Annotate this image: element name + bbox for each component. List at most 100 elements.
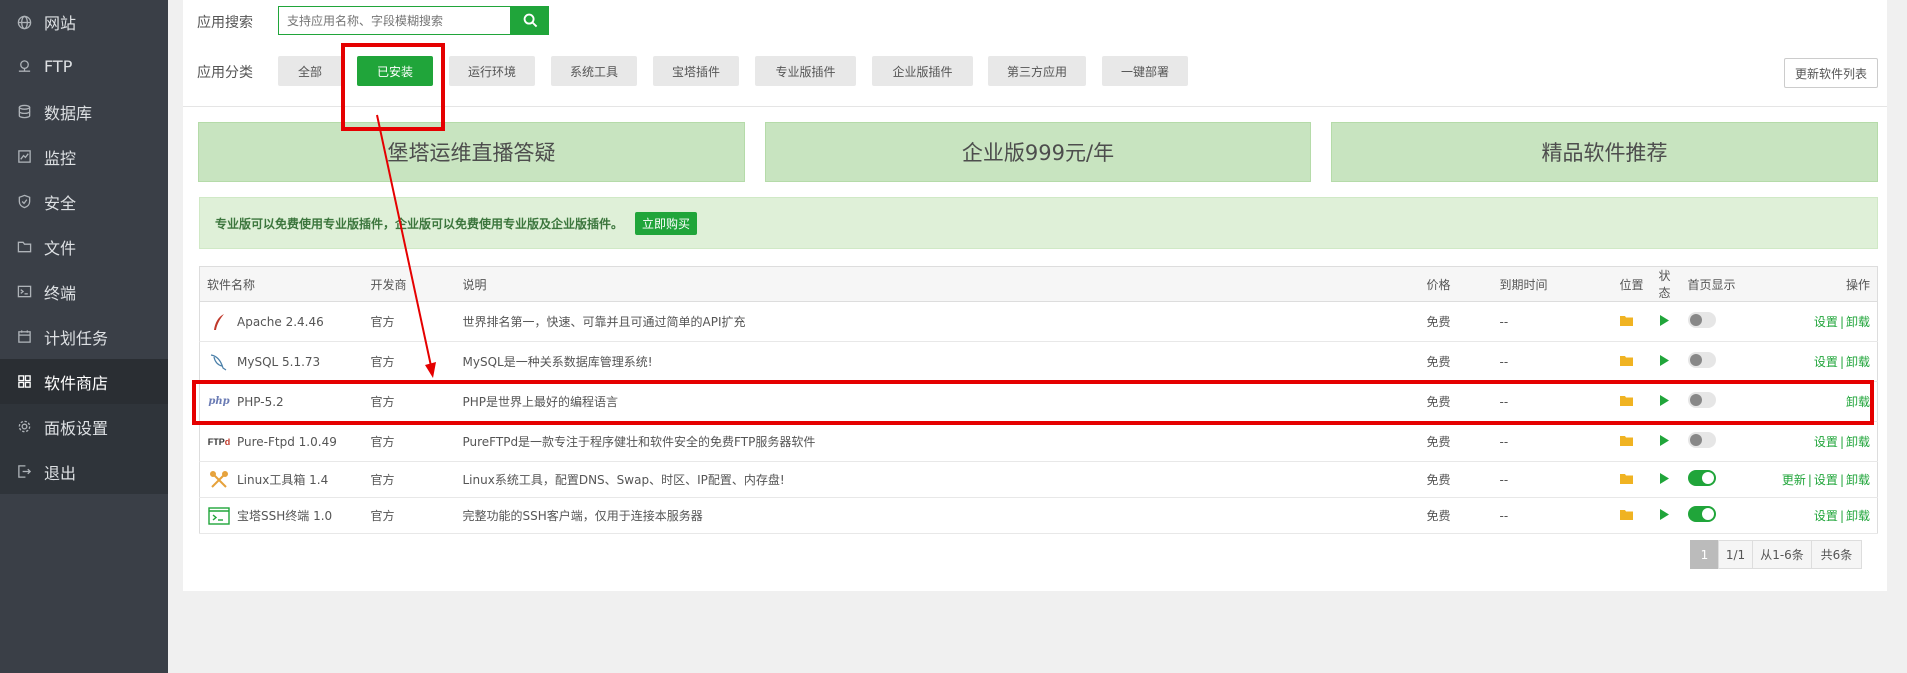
settings-link[interactable]: 设置 [1814,473,1838,487]
category-runtime[interactable]: 运行环境 [449,56,535,86]
sidebar-item-files[interactable]: 文件 [0,224,168,269]
sidebar-item-label: FTP [44,57,73,76]
refresh-software-list-button[interactable]: 更新软件列表 [1784,58,1878,88]
expire-cell: -- [1492,341,1613,382]
description-cell: PHP是世界上最好的编程语言 [455,381,1420,422]
gear-icon [16,419,32,435]
sidebar-item-security[interactable]: 安全 [0,179,168,224]
price-cell: 免费 [1419,381,1493,422]
header-description: 说明 [455,266,1420,302]
software-name: 宝塔SSH终端 1.0 [237,509,333,523]
sidebar-item-database[interactable]: 数据库 [0,89,168,134]
php-icon: php [208,396,230,407]
settings-link[interactable]: 设置 [1814,315,1838,329]
home-display-toggle[interactable] [1687,506,1716,522]
settings-link[interactable]: 设置 [1814,355,1838,369]
pagination: 1 1/1 从1-6条 共6条 [1690,540,1862,569]
banner-enterprise-price[interactable]: 企业版999元/年 [765,122,1311,182]
sidebar-item-panel-settings[interactable]: 面板设置 [0,404,168,449]
sidebar-item-terminal[interactable]: 终端 [0,269,168,314]
search-input[interactable] [278,6,511,35]
folder-open-icon[interactable] [1619,509,1634,520]
vendor-cell: 官方 [363,381,456,422]
category-bt-plugins[interactable]: 宝塔插件 [653,56,739,86]
actions-cell: 更新 | 设置 | 卸载 [1757,461,1878,498]
uninstall-link[interactable]: 卸载 [1846,395,1870,409]
grid-icon [16,374,32,390]
play-icon[interactable] [1659,394,1669,406]
update-link[interactable]: 更新 [1782,473,1806,487]
folder-open-icon[interactable] [1619,435,1634,446]
banner-recommended-software[interactable]: 精品软件推荐 [1331,122,1878,182]
category-pro-plugins[interactable]: 专业版插件 [755,56,856,86]
sidebar-item-logout[interactable]: 退出 [0,449,168,494]
sidebar-item-label: 监控 [44,148,77,168]
settings-link[interactable]: 设置 [1814,509,1838,523]
home-display-toggle[interactable] [1687,392,1716,408]
uninstall-link[interactable]: 卸载 [1846,473,1870,487]
ftpd-icon: FTP d [207,436,231,447]
category-installed[interactable]: 已安装 [357,56,433,86]
sidebar-item-app-store[interactable]: 软件商店 [0,359,168,404]
expire-cell: -- [1492,461,1613,498]
vendor-cell: 官方 [363,421,456,462]
notice-text: 专业版可以免费使用专业版插件，企业版可以免费使用专业版及企业版插件。 [215,216,624,231]
uninstall-link[interactable]: 卸载 [1846,315,1870,329]
uninstall-link[interactable]: 卸载 [1846,435,1870,449]
sidebar-item-cron[interactable]: 计划任务 [0,314,168,359]
tools-icon [207,470,231,490]
home-display-toggle[interactable] [1687,312,1716,328]
sidebar-item-label: 安全 [44,193,77,213]
sidebar-bottom-group: 面板设置 退出 [0,404,168,494]
play-icon[interactable] [1659,508,1669,520]
play-icon[interactable] [1659,472,1669,484]
folder-open-icon[interactable] [1619,355,1634,366]
search-icon [523,13,538,28]
category-third-party[interactable]: 第三方应用 [988,56,1086,86]
header-name: 软件名称 [199,266,364,302]
mysql-dolphin-icon [207,352,231,372]
settings-link[interactable]: 设置 [1814,435,1838,449]
search-label: 应用搜索 [197,15,253,31]
category-one-click-deploy[interactable]: 一键部署 [1102,56,1188,86]
database-icon [16,104,32,120]
uninstall-link[interactable]: 卸载 [1846,355,1870,369]
header-expire: 到期时间 [1492,266,1613,302]
play-icon[interactable] [1659,354,1669,366]
home-display-toggle[interactable] [1687,432,1716,448]
page-count: 1/1 [1718,540,1753,569]
folder-open-icon[interactable] [1619,473,1634,484]
banner-live-qa[interactable]: 堡塔运维直播答疑 [198,122,745,182]
category-all[interactable]: 全部 [278,56,342,86]
page-current[interactable]: 1 [1690,540,1719,569]
category-system-tools[interactable]: 系统工具 [551,56,637,86]
sidebar-item-ftp[interactable]: FTP [0,44,168,89]
home-display-toggle[interactable] [1687,352,1716,368]
sidebar-item-monitor[interactable]: 监控 [0,134,168,179]
price-cell: 免费 [1419,341,1493,382]
play-icon[interactable] [1659,434,1669,446]
uninstall-link[interactable]: 卸载 [1846,509,1870,523]
folder-open-icon[interactable] [1619,315,1634,326]
search-button[interactable] [511,6,549,35]
play-icon[interactable] [1659,314,1669,326]
software-table: 软件名称 开发商 说明 价格 到期时间 位置 状态 首页显示 操作 Apache… [199,266,1878,534]
header-price: 价格 [1419,266,1493,302]
table-row: MySQL 5.1.73 官方 MySQL是一种关系数据库管理系统! 免费 --… [199,341,1878,382]
ftp-icon [16,59,32,75]
expire-cell: -- [1492,381,1613,422]
sidebar-item-website[interactable]: 网站 [0,0,168,44]
logout-icon [16,464,32,480]
page-total: 共6条 [1811,540,1862,569]
folder-open-icon[interactable] [1619,395,1634,406]
software-name: Apache 2.4.46 [237,314,324,329]
vendor-cell: 官方 [363,461,456,498]
description-cell: 完整功能的SSH客户端，仅用于连接本服务器 [455,497,1420,534]
price-cell: 免费 [1419,497,1493,534]
buy-now-button[interactable]: 立即购买 [635,211,698,235]
vendor-cell: 官方 [363,497,456,534]
sidebar: 网站 FTP 数据库 监控 安全 文件 终端 计划任务 软件商店 面板设置 退出 [0,0,168,673]
home-display-toggle[interactable] [1687,470,1716,486]
category-enterprise-plugins[interactable]: 企业版插件 [872,56,973,86]
divider [183,106,1887,107]
